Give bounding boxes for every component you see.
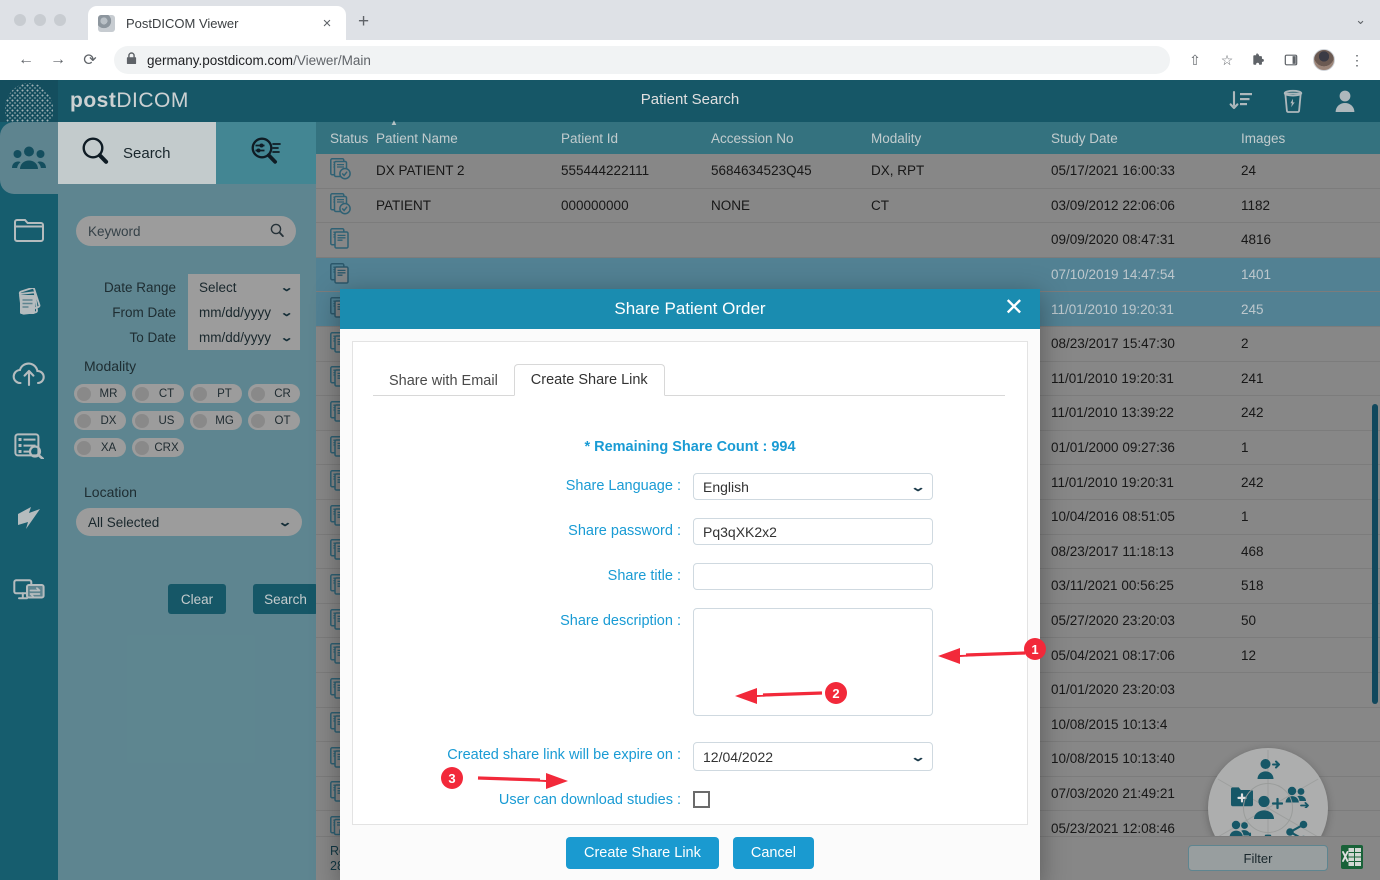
tab-create-share-link[interactable]: Create Share Link	[513, 364, 665, 396]
new-tab-button[interactable]: +	[358, 12, 369, 31]
share-password-field: Share password :	[353, 518, 1027, 545]
share-patient-order-dialog: Share Patient Order ✕ Share with Email C…	[340, 289, 1040, 880]
address-bar[interactable]: germany.postdicom.com/Viewer/Main	[114, 46, 1170, 74]
favicon-icon	[98, 14, 115, 32]
window-traffic-lights[interactable]	[14, 14, 66, 26]
expire-date-value: 12/04/2022	[703, 748, 774, 765]
browser-tab-strip: PostDICOM Viewer × + ⌄	[0, 0, 1380, 40]
cancel-button[interactable]: Cancel	[732, 837, 814, 869]
share-password-label: Share password :	[568, 523, 681, 539]
share-language-select[interactable]: English ⌄	[693, 473, 933, 500]
browser-action-icons: ⇧ ☆ ⋮	[1180, 46, 1380, 74]
tab-share-with-email[interactable]: Share with Email	[373, 366, 514, 396]
chevron-down-icon: ⌄	[909, 479, 927, 494]
share-language-field: Share Language : English ⌄	[353, 473, 1027, 500]
extensions-icon[interactable]	[1244, 46, 1274, 74]
download-studies-checkbox[interactable]	[693, 791, 710, 808]
callout-badge-3: 3	[441, 767, 463, 789]
share-language-value: English	[703, 478, 749, 495]
chevron-down-icon: ⌄	[909, 749, 927, 764]
callout-arrow-2	[735, 688, 823, 704]
chevron-down-icon[interactable]: ⌄	[1355, 12, 1366, 28]
url-path: /Viewer/Main	[293, 52, 371, 68]
forward-icon[interactable]: →	[42, 51, 74, 69]
reload-icon[interactable]: ⟳	[74, 50, 106, 70]
close-icon[interactable]: ×	[318, 15, 336, 32]
share-description-label: Share description :	[560, 613, 681, 629]
url-text: germany.postdicom.com/Viewer/Main	[147, 53, 371, 68]
dialog-title: Share Patient Order	[614, 299, 766, 318]
bookmark-star-icon[interactable]: ☆	[1212, 46, 1242, 74]
create-share-link-button[interactable]: Create Share Link	[565, 837, 719, 869]
share-icon[interactable]: ⇧	[1180, 46, 1210, 74]
dialog-tabs: Share with Email Create Share Link	[373, 360, 1027, 396]
lock-icon	[126, 52, 137, 68]
remaining-share-count: * Remaining Share Count : 994	[584, 439, 796, 455]
back-icon[interactable]: ←	[10, 51, 42, 69]
callout-badge-2: 2	[825, 682, 847, 704]
share-password-input[interactable]	[693, 518, 933, 545]
dialog-header: Share Patient Order ✕	[340, 289, 1040, 329]
share-title-input[interactable]	[693, 563, 933, 590]
profile-avatar[interactable]	[1313, 49, 1335, 71]
share-language-label: Share Language :	[565, 478, 681, 494]
callout-badge-1: 1	[1024, 638, 1046, 660]
url-domain: germany.postdicom.com	[147, 52, 294, 68]
browser-menu-icon[interactable]: ⋮	[1342, 46, 1372, 74]
browser-tab[interactable]: PostDICOM Viewer ×	[88, 6, 346, 40]
share-description-field: Share description :	[353, 608, 1027, 721]
dialog-footer: Create Share Link Cancel	[340, 821, 1040, 880]
expire-date-select[interactable]: 12/04/2022 ⌄	[693, 742, 933, 771]
browser-toolbar: ← → ⟳ germany.postdicom.com/Viewer/Main …	[0, 40, 1380, 80]
tab-title: PostDICOM Viewer	[126, 15, 239, 31]
share-title-field: Share title :	[353, 563, 1027, 590]
callout-arrow-3	[477, 773, 568, 789]
dialog-body: Share with Email Create Share Link * Rem…	[352, 341, 1028, 825]
expire-date-label: Created share link will be expire on :	[447, 747, 681, 763]
application-area: postDICOM Patient Search Search Keyword …	[0, 80, 1380, 880]
close-icon[interactable]: ✕	[1004, 296, 1024, 320]
download-studies-field: User can download studies :	[353, 787, 1027, 808]
screen-root: PostDICOM Viewer × + ⌄ ← → ⟳ germany.pos…	[0, 0, 1380, 880]
share-title-label: Share title :	[607, 568, 681, 584]
side-panel-icon[interactable]	[1276, 46, 1306, 74]
